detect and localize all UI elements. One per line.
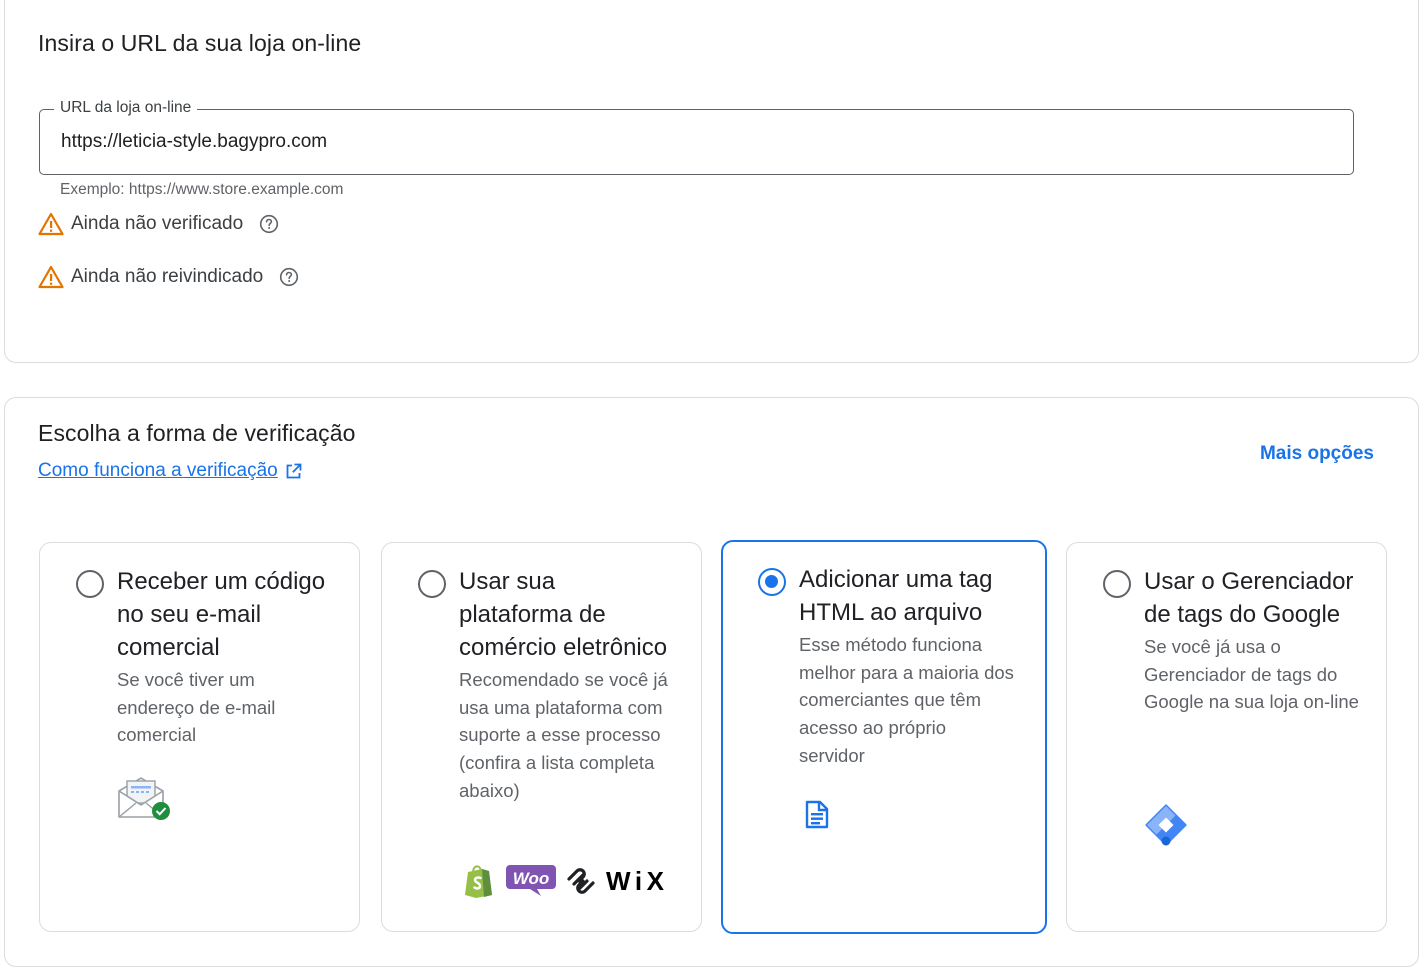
radio-html-tag[interactable] (758, 568, 786, 596)
open-in-new-icon (286, 463, 302, 478)
option-tag-manager[interactable]: Usar o Gerenciador de tags do Google Se … (1066, 542, 1387, 932)
wix-logo: WiX (606, 867, 665, 895)
status-not-verified: Ainda não verificado (38, 212, 279, 236)
option-ecommerce-platform[interactable]: Usar sua plataforma de comércio eletrôni… (381, 542, 702, 932)
option-title: Receber um código no seu e-mail comercia… (117, 568, 326, 661)
option-email-code[interactable]: Receber um código no seu e-mail comercia… (39, 542, 360, 932)
store-url-label: URL da loja on-line (54, 99, 198, 117)
document-icon (805, 800, 829, 829)
warning-icon (38, 212, 64, 236)
warning-icon (38, 265, 64, 289)
option-description: Recomendado se você já usa uma plataform… (459, 669, 668, 801)
help-circle-icon[interactable] (259, 214, 279, 234)
radio-tag-manager[interactable] (1103, 570, 1131, 598)
shopify-logo (465, 865, 492, 898)
tag-manager-icon (1145, 804, 1187, 846)
status-label: Ainda não verificado (71, 213, 244, 234)
how-verification-works-label: Como funciona a verificação (38, 460, 278, 481)
verification-section-title: Escolha a forma de verificação (38, 420, 356, 446)
woo-logo-text: Woo (513, 869, 550, 888)
verification-method-card: Escolha a forma de verificação Como func… (4, 397, 1419, 967)
option-title: Usar o Gerenciador de tags do Google (1144, 568, 1354, 628)
email-check-icon (118, 777, 170, 820)
squarespace-logo (567, 868, 595, 894)
option-html-tag[interactable]: Adicionar uma tag HTML ao arquivo Esse m… (721, 540, 1047, 934)
how-verification-works-link[interactable]: Como funciona a verificação (38, 460, 302, 482)
help-circle-icon[interactable] (279, 267, 299, 287)
status-not-claimed: Ainda não reivindicado (38, 265, 299, 289)
url-section-title: Insira o URL da sua loja on-line (38, 30, 362, 56)
store-url-card: Insira o URL da sua loja on-line URL da … (4, 0, 1419, 363)
store-url-field[interactable]: URL da loja on-line https://leticia-styl… (39, 99, 1354, 175)
more-options-button[interactable]: Mais opções (1260, 443, 1374, 465)
store-url-input[interactable]: https://leticia-style.bagypro.com (61, 131, 327, 153)
wix-logo-text: WiX (606, 867, 665, 895)
option-description: Esse método funciona melhor para a maior… (799, 634, 1014, 766)
option-title: Adicionar uma tag HTML ao arquivo (799, 566, 993, 626)
radio-email-code[interactable] (76, 570, 104, 598)
radio-ecommerce-platform[interactable] (418, 570, 446, 598)
store-url-helper: Exemplo: https://www.store.example.com (60, 181, 344, 198)
option-description: Se você já usa o Gerenciador de tags do … (1144, 636, 1359, 713)
woocommerce-logo: Woo (506, 865, 556, 896)
option-description: Se você tiver um endereço de e-mail come… (117, 669, 276, 746)
status-label: Ainda não reivindicado (71, 266, 264, 287)
option-title: Usar sua plataforma de comércio eletrôni… (459, 568, 668, 661)
